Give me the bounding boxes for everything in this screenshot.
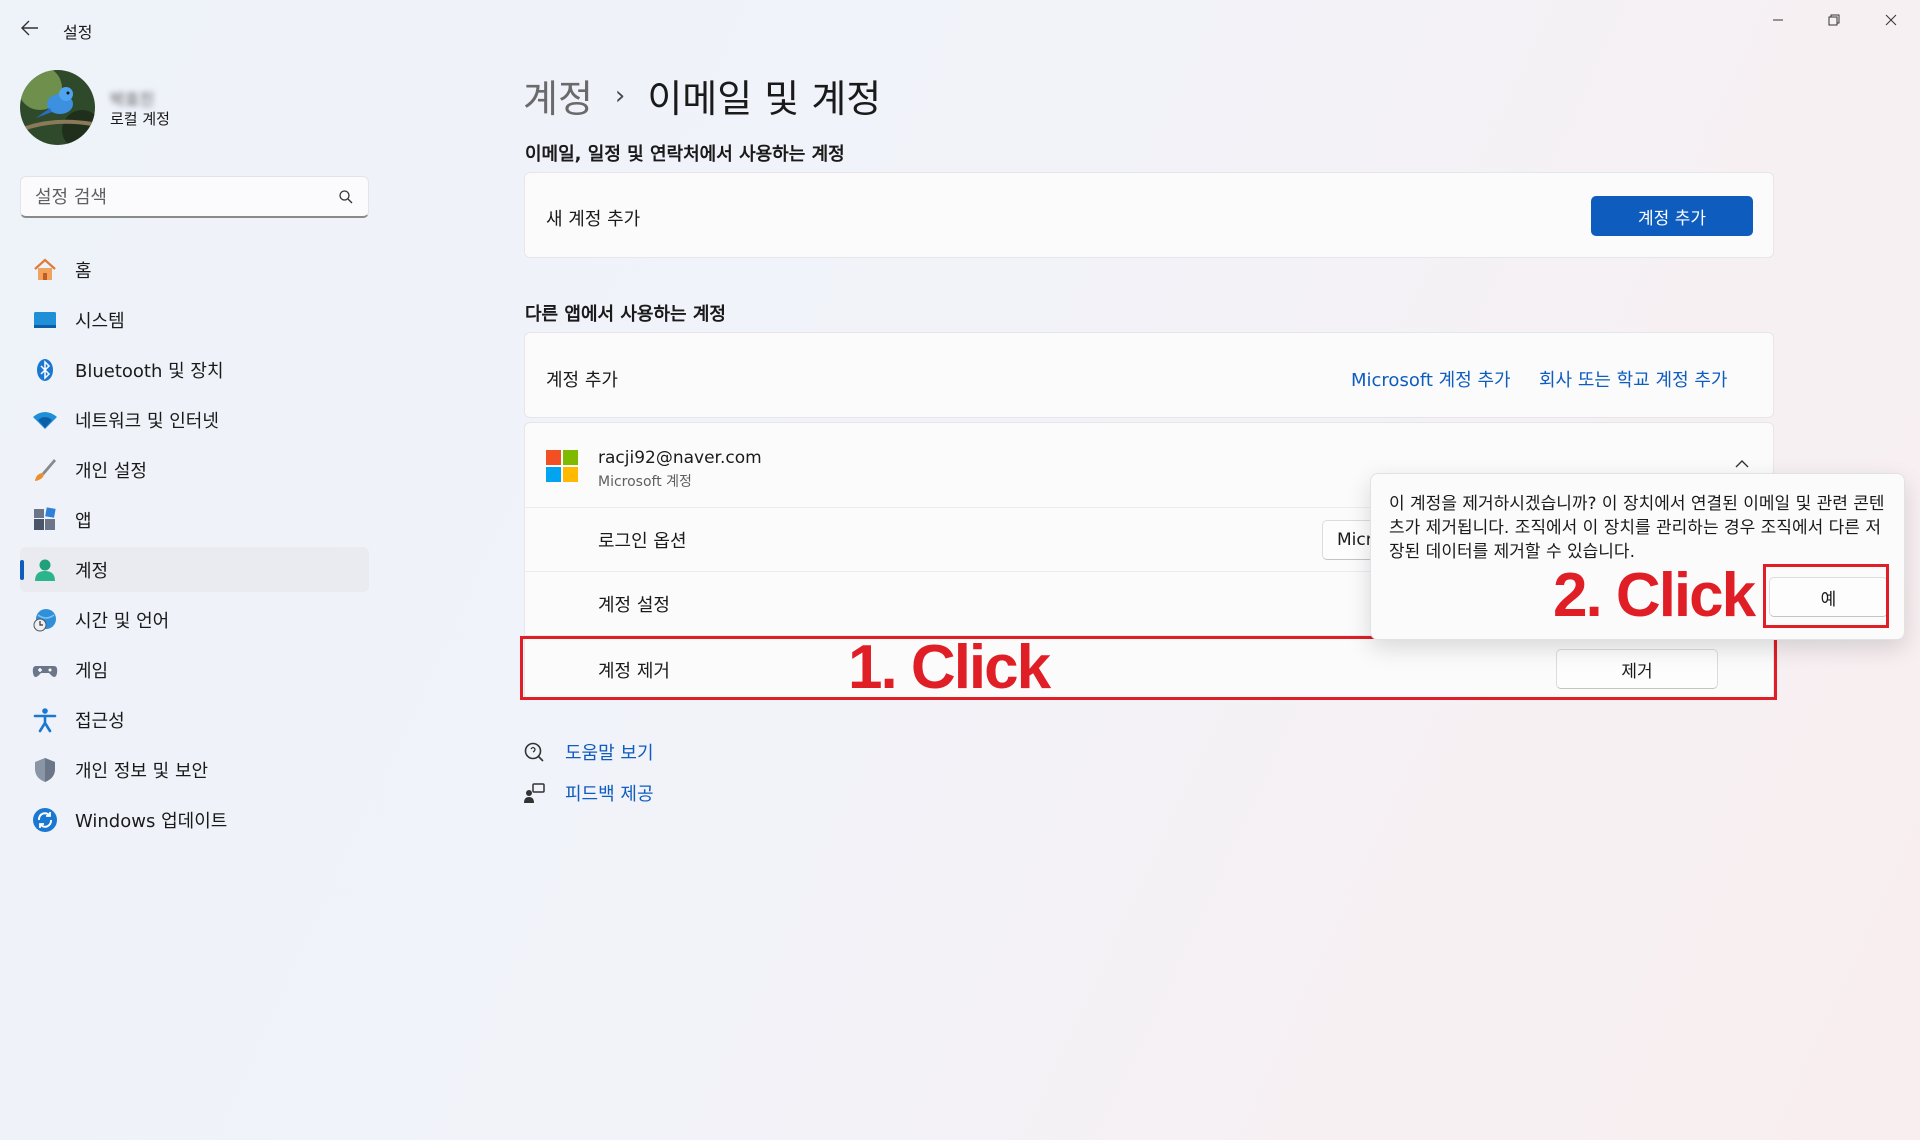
sidebar-item-label: 개인 정보 및 보안 — [75, 760, 209, 782]
back-button[interactable] — [18, 16, 42, 40]
get-help-link[interactable]: 도움말 보기 — [565, 739, 654, 765]
close-icon — [1885, 14, 1897, 26]
breadcrumb-parent[interactable]: 계정 — [523, 68, 593, 123]
title-bar: 설정 — [0, 0, 1920, 60]
gamepad-icon — [32, 657, 58, 683]
sidebar-item-label: Windows 업데이트 — [75, 810, 228, 832]
restore-icon — [1828, 14, 1840, 26]
profile-name: 박효진 — [110, 90, 155, 109]
add-new-account-label: 새 계정 추가 — [546, 209, 641, 230]
sidebar-item-accessibility[interactable]: 접근성 — [20, 697, 369, 742]
sidebar-item-label: 접근성 — [75, 710, 125, 732]
add-account-button[interactable]: 계정 추가 — [1591, 196, 1753, 236]
app-title: 설정 — [63, 23, 93, 42]
page-title: 이메일 및 계정 — [647, 77, 882, 121]
arrow-left-icon — [21, 20, 38, 36]
breadcrumb-separator: › — [614, 80, 626, 111]
step1-highlight-box — [520, 636, 1777, 700]
sidebar-item-label: 게임 — [75, 660, 109, 682]
account-type: Microsoft 계정 — [598, 474, 692, 490]
chevron-up-icon[interactable] — [1735, 459, 1749, 469]
add-microsoft-account-link[interactable]: Microsoft 계정 추가 — [1351, 366, 1511, 392]
add-new-account-card: 새 계정 추가 계정 추가 — [524, 172, 1774, 258]
sidebar-nav: 홈 시스템 Bluetooth 및 장치 네트워크 및 인터넷 개인 설정 앱 — [20, 247, 369, 847]
clock-globe-icon — [32, 607, 58, 633]
update-icon — [32, 807, 58, 833]
wifi-icon — [32, 407, 58, 433]
sidebar-item-network[interactable]: 네트워크 및 인터넷 — [20, 397, 369, 442]
system-icon — [32, 307, 58, 333]
login-options-label: 로그인 옵션 — [598, 531, 687, 552]
sidebar-item-home[interactable]: 홈 — [20, 247, 369, 292]
bluetooth-icon — [32, 357, 58, 383]
help-chat-icon — [524, 742, 544, 762]
restore-button[interactable] — [1814, 8, 1854, 32]
home-icon — [32, 257, 58, 283]
minimize-button[interactable] — [1758, 8, 1798, 32]
other-apps-section-title: 다른 앱에서 사용하는 계정 — [525, 304, 726, 325]
sidebar-item-label: 시스템 — [75, 310, 125, 332]
search-icon — [339, 190, 353, 204]
search-input[interactable] — [35, 185, 325, 209]
step2-highlight-box — [1763, 564, 1889, 628]
confirmation-message: 이 계정을 제거하시겠습니까? 이 장치에서 연결된 이메일 및 관련 콘텐츠가… — [1389, 494, 1885, 562]
sidebar-item-label: Bluetooth 및 장치 — [75, 360, 224, 382]
add-other-account-card: 계정 추가 Microsoft 계정 추가 회사 또는 학교 계정 추가 — [524, 332, 1774, 418]
sidebar-item-windows-update[interactable]: Windows 업데이트 — [20, 797, 369, 842]
shield-icon — [32, 757, 58, 783]
bird-avatar-image — [20, 70, 95, 145]
account-icon — [32, 557, 58, 583]
feedback-icon — [524, 783, 545, 803]
apps-icon — [32, 506, 58, 533]
accessibility-icon — [32, 707, 58, 733]
sidebar-item-accounts[interactable]: 계정 — [20, 547, 369, 592]
sidebar-item-label: 앱 — [75, 510, 92, 532]
feedback-link[interactable]: 피드백 제공 — [565, 780, 654, 806]
settings-search[interactable] — [20, 176, 369, 218]
microsoft-logo-icon — [546, 450, 578, 482]
email-section-title: 이메일, 일정 및 연락처에서 사용하는 계정 — [525, 144, 845, 165]
sidebar-item-time-language[interactable]: 시간 및 언어 — [20, 597, 369, 642]
sidebar-item-apps[interactable]: 앱 — [20, 497, 369, 542]
close-button[interactable] — [1871, 8, 1911, 32]
account-settings-label: 계정 설정 — [598, 595, 670, 616]
step1-annotation: 1. Click — [848, 633, 1051, 702]
account-email: racji92@naver.com — [598, 448, 762, 468]
step2-annotation: 2. Click — [1553, 561, 1756, 630]
breadcrumb: 계정 › 이메일 및 계정 — [523, 68, 881, 123]
sidebar-item-privacy[interactable]: 개인 정보 및 보안 — [20, 747, 369, 792]
sidebar-item-label: 개인 설정 — [75, 460, 147, 482]
sidebar-item-system[interactable]: 시스템 — [20, 297, 369, 342]
brush-icon — [32, 457, 58, 483]
sidebar-item-label: 네트워크 및 인터넷 — [75, 410, 219, 432]
sidebar-item-gaming[interactable]: 게임 — [20, 647, 369, 692]
add-work-school-account-link[interactable]: 회사 또는 학교 계정 추가 — [1539, 366, 1728, 392]
feedback-row[interactable]: 피드백 제공 — [523, 780, 654, 806]
minimize-icon — [1773, 19, 1783, 21]
profile-account-type: 로컬 계정 — [110, 110, 170, 128]
sidebar-item-personalization[interactable]: 개인 설정 — [20, 447, 369, 492]
get-help-row[interactable]: 도움말 보기 — [523, 739, 654, 765]
sidebar-item-bluetooth[interactable]: Bluetooth 및 장치 — [20, 347, 369, 392]
sidebar-item-label: 계정 — [75, 560, 109, 582]
sidebar-item-label: 시간 및 언어 — [75, 610, 170, 632]
sidebar-item-label: 홈 — [75, 260, 92, 282]
avatar[interactable] — [20, 70, 95, 145]
add-other-account-label: 계정 추가 — [546, 370, 618, 391]
